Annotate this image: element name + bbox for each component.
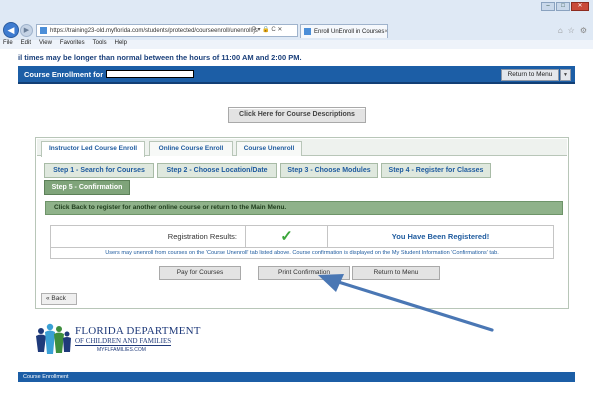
pay-for-courses-button[interactable]: Pay for Courses — [159, 266, 241, 280]
menu-help[interactable]: Help — [115, 40, 127, 49]
page-header: Course Enrollment for Return to Menu ▼ — [18, 66, 575, 84]
menu-tools[interactable]: Tools — [93, 40, 107, 49]
step-3-modules[interactable]: Step 3 - Choose Modules — [280, 163, 378, 178]
logo-line-1: FLORIDA DEPARTMENT — [75, 325, 201, 337]
tab-online-course-enroll[interactable]: Online Course Enroll — [149, 141, 233, 156]
address-bar-icons[interactable]: P ▾ 🔒 C ✕ — [252, 26, 282, 33]
registration-status: You Have Been Registered! — [391, 232, 490, 241]
tab-course-unenroll[interactable]: Course Unenroll — [236, 141, 302, 156]
forward-arrow-icon[interactable]: ▶ — [20, 24, 33, 37]
browser-toolbar-icons: ⌂ ☆ ⚙ — [558, 26, 587, 35]
browser-chrome: – □ ✕ ◀ ▶ https://training23-old.myflori… — [0, 0, 593, 42]
menu-edit[interactable]: Edit — [21, 40, 31, 49]
window-controls: – □ ✕ — [541, 2, 589, 11]
enrollment-tabs: Instructor Led Course Enroll Online Cour… — [37, 139, 567, 157]
site-favicon-icon — [40, 27, 47, 34]
menu-favorites[interactable]: Favorites — [60, 40, 85, 49]
back-button[interactable]: « Back — [41, 293, 77, 305]
annotation-arrow-icon — [318, 274, 494, 332]
chevron-down-icon[interactable]: ▼ — [560, 69, 571, 81]
results-note: Users may unenroll from courses on the '… — [105, 250, 499, 256]
logo-line-3: MYFLFAMILIES.COM — [97, 347, 146, 353]
step-1-search[interactable]: Step 1 - Search for Courses — [44, 163, 154, 178]
course-descriptions-button[interactable]: Click Here for Course Descriptions — [228, 107, 366, 123]
results-label: Registration Results: — [51, 226, 246, 248]
menu-view[interactable]: View — [39, 40, 52, 49]
maximize-icon[interactable]: □ — [556, 2, 570, 11]
page-footer: Course Enrollment — [18, 372, 575, 382]
minimize-icon[interactable]: – — [541, 2, 555, 11]
back-arrow-icon[interactable]: ◀ — [3, 22, 19, 38]
address-url: https://training23-old.myflorida.com/stu… — [50, 27, 258, 34]
results-row: Registration Results: ✓ You Have Been Re… — [51, 226, 553, 248]
step-2-location[interactable]: Step 2 - Choose Location/Date — [157, 163, 277, 178]
home-icon[interactable]: ⌂ — [558, 26, 563, 35]
redacted-name — [106, 70, 195, 78]
info-message: Click Back to register for another onlin… — [45, 201, 563, 215]
tab-title: Enroll UnEnroll in Courses — [314, 28, 385, 35]
tab-favicon-icon — [304, 28, 311, 35]
tab-instructor-led-enroll[interactable]: Instructor Led Course Enroll — [41, 141, 145, 157]
menu-file[interactable]: File — [3, 40, 13, 49]
settings-gear-icon[interactable]: ⚙ — [580, 26, 587, 35]
step-5-confirmation[interactable]: Step 5 - Confirmation — [44, 180, 130, 195]
family-figures-icon — [36, 323, 71, 354]
favorites-star-icon[interactable]: ☆ — [568, 26, 575, 35]
notice-ticker: il times may be longer than normal betwe… — [18, 53, 302, 62]
browser-menubar: File Edit View Favorites Tools Help — [0, 40, 593, 49]
logo-line-2: OF CHILDREN AND FAMILIES — [75, 337, 172, 346]
registration-results: Registration Results: ✓ You Have Been Re… — [50, 225, 554, 259]
browser-tab[interactable]: Enroll UnEnroll in Courses × — [300, 24, 388, 38]
close-icon[interactable]: ✕ — [571, 2, 589, 11]
return-to-menu-button[interactable]: Return to Menu — [501, 69, 559, 81]
checkmark-icon: ✓ — [246, 226, 328, 248]
step-4-register[interactable]: Step 4 - Register for Classes — [381, 163, 491, 178]
dcf-logo: FLORIDA DEPARTMENT OF CHILDREN AND FAMIL… — [35, 322, 200, 358]
page-title: Course Enrollment for — [24, 69, 104, 79]
tab-close-icon[interactable]: × — [384, 29, 388, 35]
